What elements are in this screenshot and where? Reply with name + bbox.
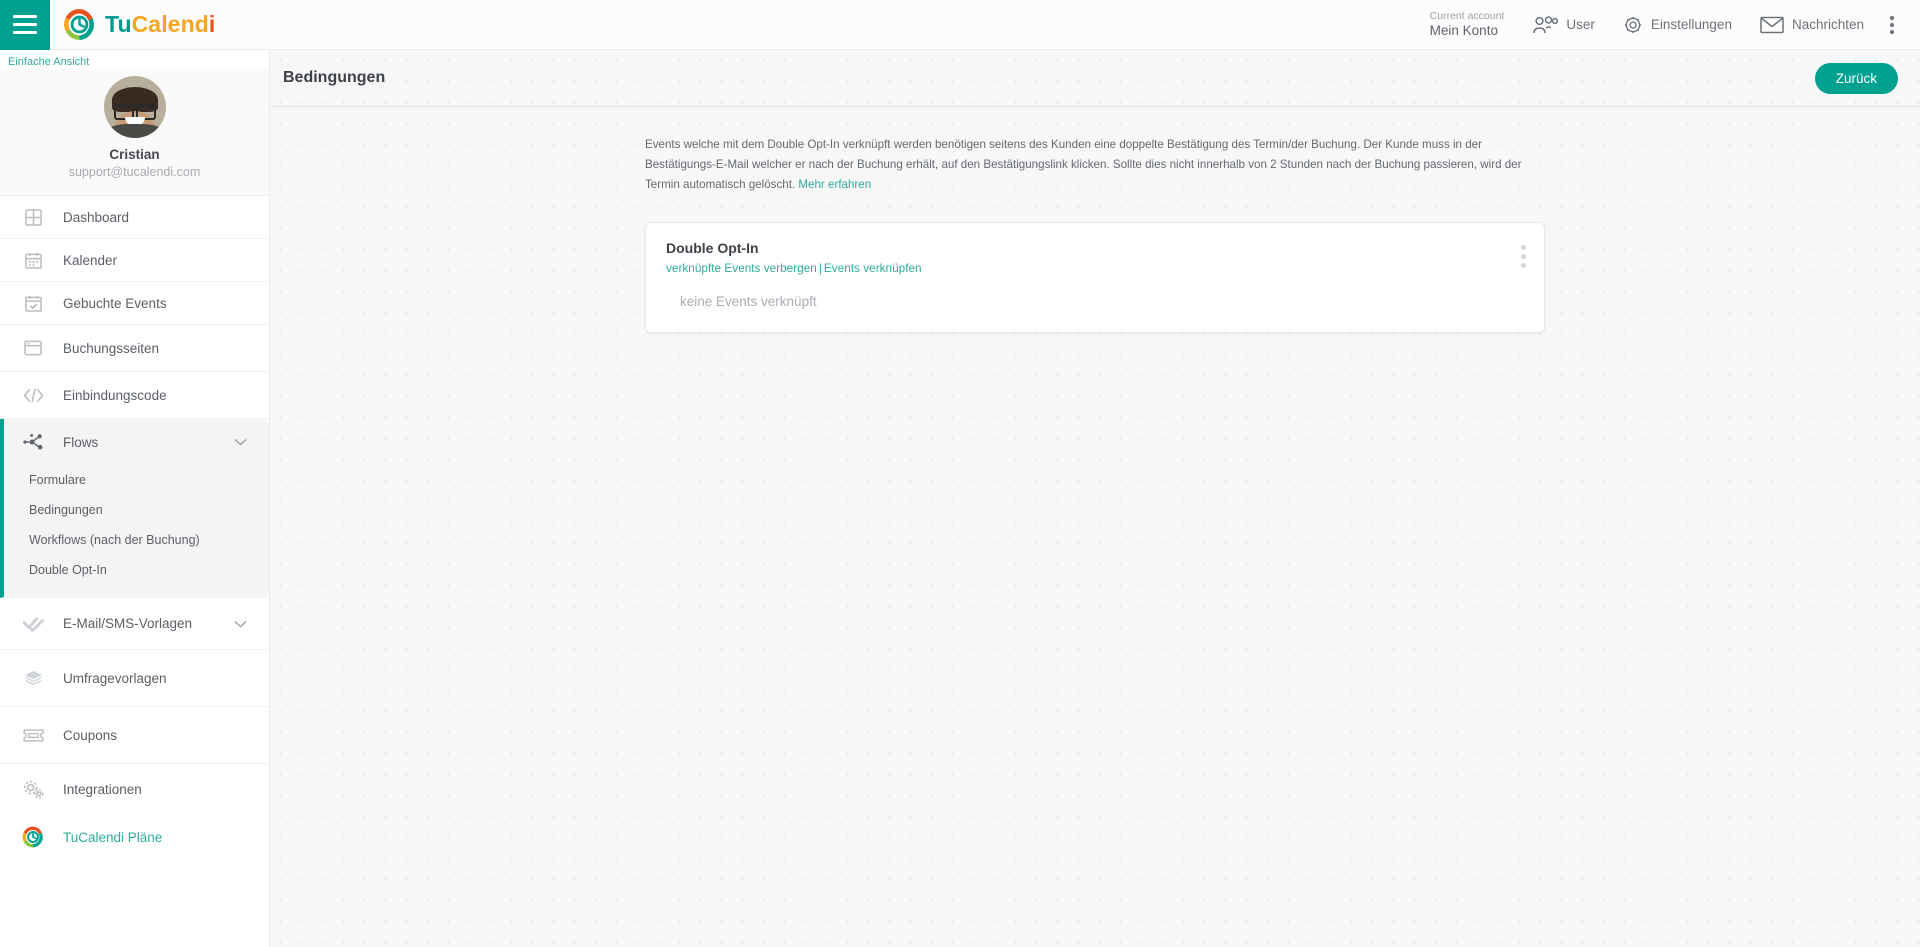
sidebar-item-email-sms-vorlagen-label: E-Mail/SMS-Vorlagen (63, 616, 193, 631)
sidebar-item-gebuchte-events-label: Gebuchte Events (63, 295, 167, 311)
top-bar: TuCalendi Current account Mein Konto Use… (0, 0, 1920, 50)
card-overflow-menu-button[interactable] (1517, 241, 1530, 272)
ticket-icon (20, 728, 46, 743)
sidebar-item-dashboard[interactable]: Dashboard (0, 196, 269, 239)
brand-part-1: Tu (105, 11, 132, 37)
mehr-erfahren-link[interactable]: Mehr erfahren (798, 178, 871, 191)
layers-icon (20, 670, 46, 687)
hamburger-icon-line (13, 31, 37, 34)
tucalendi-logo-icon (64, 9, 94, 40)
sidebar-item-umfragevorlagen-label: Umfragevorlagen (63, 670, 167, 686)
kebab-vertical-icon-dot (1521, 245, 1526, 251)
gears-icon (20, 780, 46, 799)
kebab-vertical-icon-dot (1521, 254, 1526, 260)
brand-part-2: Calend (131, 11, 209, 37)
card-title: Double Opt-In (666, 240, 759, 257)
sidebar-subitem-workflows[interactable]: Workflows (nach der Buchung) (4, 525, 269, 555)
sidebar-flows-submenu: Formulare Bedingungen Workflows (nach de… (4, 465, 269, 597)
back-button[interactable]: Zurück (1814, 62, 1898, 94)
current-account-name: Mein Konto (1429, 22, 1498, 38)
sidebar-item-kalender[interactable]: Kalender (0, 239, 269, 282)
sidebar-item-umfragevorlagen[interactable]: Umfragevorlagen (0, 650, 269, 707)
card-link-separator: | (818, 261, 822, 276)
sidebar-item-integrationen-label: Integrationen (63, 781, 142, 797)
link-events-link[interactable]: Events verknüpfen (824, 261, 922, 275)
double-check-icon (20, 616, 46, 632)
kebab-vertical-icon-dot (1890, 22, 1894, 27)
envelope-icon (1760, 16, 1784, 33)
hamburger-icon-line (13, 15, 37, 18)
page-title: Bedingungen (283, 69, 386, 86)
topbar-item-nachrichten[interactable]: Nachrichten (1746, 0, 1878, 50)
topbar-item-user[interactable]: User (1518, 0, 1609, 50)
card-empty-state: keine Events verknüpft (680, 294, 817, 310)
brand-logo-link[interactable]: TuCalendi (63, 8, 215, 41)
kebab-vertical-icon-dot (1521, 263, 1526, 269)
sidebar-item-gebuchte-events[interactable]: Gebuchte Events (0, 282, 269, 325)
brand-part-3: i (208, 11, 216, 37)
hamburger-menu-button[interactable] (0, 0, 50, 50)
calendar-icon (20, 252, 46, 269)
sidebar-item-kalender-label: Kalender (63, 252, 118, 268)
sidebar-item-dashboard-label: Dashboard (63, 209, 130, 225)
nodes-icon (20, 433, 46, 451)
avatar (103, 76, 166, 138)
sidebar-item-tucalendi-plaene[interactable]: TuCalendi Pläne (0, 814, 269, 860)
kebab-vertical-icon-dot (1890, 15, 1894, 20)
sidebar-profile: Cristian support@tucalendi.com (0, 68, 269, 196)
top-bar-actions: Current account Mein Konto User Einstell… (1416, 0, 1920, 50)
main-content: Bedingungen Zurück Events welche mit dem… (270, 50, 1920, 947)
sidebar-item-flows-label: Flows (63, 434, 99, 450)
sidebar-item-flows[interactable]: Flows (4, 419, 269, 465)
sidebar-nav: Dashboard Kalender Gebuchte Events Buchu… (0, 196, 269, 860)
hide-linked-events-link[interactable]: verknüpfte Events verbergen (666, 261, 817, 275)
kebab-vertical-icon-dot (1890, 29, 1894, 34)
chevron-down-icon[interactable] (234, 433, 247, 451)
tucalendi-logo-icon (20, 826, 46, 848)
main-header: Bedingungen Zurück (270, 50, 1920, 107)
sidebar-group-flows: Flows Formulare Bedingungen Workflows (n… (0, 419, 269, 598)
current-account-caption: Current account (1429, 9, 1505, 22)
hamburger-icon-line (13, 23, 37, 26)
sidebar: Einfache Ansicht Cristian support@tucale… (0, 50, 270, 947)
page-description: Events welche mit dem Double Opt-In verk… (645, 135, 1545, 195)
current-account[interactable]: Current account Mein Konto (1416, 10, 1519, 40)
sidebar-subitem-bedingungen[interactable]: Bedingungen (4, 495, 269, 525)
sidebar-item-einbindungscode[interactable]: Einbindungscode (0, 372, 269, 419)
brand-name: TuCalendi (105, 11, 215, 38)
sidebar-subitem-formulare[interactable]: Formulare (4, 465, 269, 495)
main-body: Events welche mit dem Double Opt-In verk… (270, 107, 1920, 334)
sidebar-subitem-double-opt-in[interactable]: Double Opt-In (4, 555, 269, 585)
users-icon (1533, 15, 1559, 33)
calendar-check-icon (20, 295, 46, 312)
sidebar-item-email-sms-vorlagen[interactable]: E-Mail/SMS-Vorlagen (0, 598, 269, 650)
topbar-item-einstellungen-label: Einstellungen (1650, 17, 1732, 32)
topbar-item-user-label: User (1566, 17, 1595, 32)
profile-name: Cristian (109, 147, 160, 162)
sidebar-item-buchungsseiten[interactable]: Buchungsseiten (0, 325, 269, 372)
chevron-down-icon[interactable] (234, 615, 247, 633)
page-description-text: Events welche mit dem Double Opt-In verk… (645, 138, 1522, 192)
sidebar-item-coupons-label: Coupons (63, 727, 118, 743)
topbar-item-einstellungen[interactable]: Einstellungen (1609, 0, 1746, 50)
window-icon (20, 340, 46, 356)
sidebar-item-einbindungscode-label: Einbindungscode (63, 387, 167, 403)
simple-view-link[interactable]: Einfache Ansicht (0, 50, 269, 68)
sidebar-item-integrationen[interactable]: Integrationen (0, 764, 269, 814)
double-opt-in-card: Double Opt-In verknüpfte Events verberge… (645, 222, 1545, 334)
sidebar-item-tucalendi-plaene-label: TuCalendi Pläne (63, 829, 163, 845)
profile-email: support@tucalendi.com (68, 165, 201, 179)
grid-icon (20, 208, 46, 226)
code-icon (20, 388, 46, 403)
card-links: verknüpfte Events verbergen | Events verkn… (666, 261, 1524, 275)
topbar-overflow-menu-button[interactable] (1878, 0, 1910, 50)
sidebar-item-buchungsseiten-label: Buchungsseiten (63, 340, 160, 356)
gear-icon (1624, 16, 1642, 33)
sidebar-item-coupons[interactable]: Coupons (0, 707, 269, 764)
topbar-item-nachrichten-label: Nachrichten (1791, 17, 1864, 32)
